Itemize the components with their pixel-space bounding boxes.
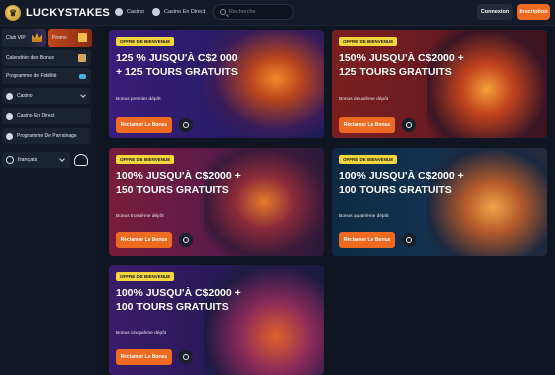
bonus-subtitle: Bonus quatrième dépôt bbox=[339, 214, 389, 219]
live-icon bbox=[6, 112, 13, 120]
chevron-down-icon bbox=[80, 92, 86, 98]
vip-club-label: Club VIP bbox=[6, 35, 26, 41]
claim-bonus-button[interactable]: Réclamer Le Bonus bbox=[116, 232, 172, 248]
info-button[interactable] bbox=[402, 118, 416, 132]
sidebar-item-bonus-calendar[interactable]: Calendrier des Bonus bbox=[2, 50, 91, 66]
lion-logo-icon: ♛ bbox=[5, 5, 21, 21]
nav-live-casino[interactable]: Casino En Direct bbox=[152, 8, 205, 16]
logo[interactable]: ♛ LUCKYSTAKES bbox=[5, 5, 110, 21]
crown-icon bbox=[32, 33, 42, 42]
gift-icon bbox=[78, 33, 87, 42]
search-input[interactable] bbox=[229, 7, 289, 17]
sidebar-item-casino-label: Casino bbox=[17, 93, 33, 99]
sidebar-item-bonus-calendar-label: Calendrier des Bonus bbox=[6, 55, 55, 61]
logo-text: LUCKYSTAKES bbox=[26, 7, 110, 19]
info-icon bbox=[183, 354, 189, 360]
users-icon bbox=[6, 132, 13, 140]
lion-poker-art-icon bbox=[427, 148, 547, 256]
info-icon bbox=[183, 122, 189, 128]
register-button[interactable]: Inscription bbox=[517, 4, 550, 20]
cherry-icon bbox=[6, 92, 13, 100]
search-icon bbox=[220, 9, 226, 15]
language-label: français bbox=[18, 157, 38, 163]
nav-casino[interactable]: Casino bbox=[115, 8, 144, 16]
info-button[interactable] bbox=[402, 233, 416, 247]
info-button[interactable] bbox=[179, 233, 193, 247]
info-icon bbox=[406, 237, 412, 243]
sidebar-item-referral-label: Programme De Parrainage bbox=[17, 133, 77, 139]
globe-icon bbox=[6, 156, 14, 164]
sidebar-item-live-casino[interactable]: Casino En Direct bbox=[2, 108, 91, 124]
language-select[interactable]: français bbox=[2, 152, 70, 168]
info-button[interactable] bbox=[179, 118, 193, 132]
lion-fire-art-icon bbox=[427, 30, 547, 138]
bonus-title: 125 % JUSQU'À C$2 000 + 125 TOURS GRATUI… bbox=[116, 52, 238, 78]
info-button[interactable] bbox=[179, 350, 193, 364]
welcome-badge: OFFRE DE BIENVENUE bbox=[116, 155, 175, 164]
headset-icon[interactable] bbox=[74, 154, 88, 166]
promo-label: Promo bbox=[52, 35, 67, 41]
claim-bonus-button[interactable]: Réclamer Le Bonus bbox=[339, 117, 395, 133]
cherry-icon bbox=[115, 8, 123, 16]
bonus-title: 100% JUSQU'À C$2000 + 150 TOURS GRATUITS bbox=[116, 170, 241, 196]
bonus-subtitle: Bonus premier dépôt bbox=[116, 97, 161, 102]
sports-car-art-icon bbox=[204, 265, 324, 375]
lion-king-art-icon bbox=[204, 30, 324, 138]
login-button[interactable]: Connexion bbox=[477, 4, 513, 20]
info-icon bbox=[406, 122, 412, 128]
bonus-title: 150% JUSQU'À C$2000 + 125 TOURS GRATUITS bbox=[339, 52, 464, 78]
welcome-badge: OFFRE DE BIENVENUE bbox=[116, 272, 175, 281]
welcome-badge: OFFRE DE BIENVENUE bbox=[339, 155, 398, 164]
nav-casino-label: Casino bbox=[127, 9, 145, 15]
bonus-title: 100% JUSQU'À C$2000 + 100 TOURS GRATUITS bbox=[339, 170, 464, 196]
diamond-icon bbox=[79, 73, 86, 79]
welcome-badge: OFFRE DE BIENVENUE bbox=[116, 37, 175, 46]
bonus-subtitle: Bonus troisième dépôt bbox=[116, 214, 164, 219]
bonus-subtitle: Bonus cinquième dépôt bbox=[116, 331, 167, 336]
calendar-icon bbox=[78, 54, 86, 62]
bonus-subtitle: Bonus deuxième dépôt bbox=[339, 97, 389, 102]
sidebar-item-live-casino-label: Casino En Direct bbox=[17, 113, 55, 119]
nav-live-casino-label: Casino En Direct bbox=[164, 9, 206, 15]
sidebar: Club VIP Promo Calendrier des Bonus Prog… bbox=[0, 26, 95, 375]
sidebar-item-loyalty[interactable]: Programme de Fidélité bbox=[2, 68, 91, 84]
bonus-card-5: OFFRE DE BIENVENUE 100% JUSQU'À C$2000 +… bbox=[109, 265, 324, 375]
chevron-down-icon bbox=[59, 156, 65, 162]
claim-bonus-button[interactable]: Réclamer Le Bonus bbox=[116, 349, 172, 365]
live-icon bbox=[152, 8, 160, 16]
sidebar-item-casino[interactable]: Casino bbox=[2, 88, 91, 104]
bonus-title: 100% JUSQU'À C$2000 + 100 TOURS GRATUITS bbox=[116, 287, 241, 313]
top-header: ♛ LUCKYSTAKES Casino Casino En Direct Co… bbox=[0, 0, 555, 26]
search-box[interactable] bbox=[213, 4, 294, 20]
claim-bonus-button[interactable]: Réclamer Le Bonus bbox=[339, 232, 395, 248]
bonus-card-3: OFFRE DE BIENVENUE 100% JUSQU'À C$2000 +… bbox=[109, 148, 324, 256]
promo-row: Club VIP Promo bbox=[2, 29, 92, 47]
sidebar-item-referral[interactable]: Programme De Parrainage bbox=[2, 128, 91, 144]
bonus-card-1: OFFRE DE BIENVENUE 125 % JUSQU'À C$2 000… bbox=[109, 30, 324, 138]
claim-bonus-button[interactable]: Réclamer Le Bonus bbox=[116, 117, 172, 133]
vip-club-button[interactable]: Club VIP bbox=[2, 29, 46, 47]
lion-racer-art-icon bbox=[204, 148, 324, 256]
sidebar-item-loyalty-label: Programme de Fidélité bbox=[6, 73, 57, 79]
promo-button[interactable]: Promo bbox=[48, 29, 92, 47]
info-icon bbox=[183, 237, 189, 243]
welcome-badge: OFFRE DE BIENVENUE bbox=[339, 37, 398, 46]
bonus-card-2: OFFRE DE BIENVENUE 150% JUSQU'À C$2000 +… bbox=[332, 30, 547, 138]
bonus-card-4: OFFRE DE BIENVENUE 100% JUSQU'À C$2000 +… bbox=[332, 148, 547, 256]
